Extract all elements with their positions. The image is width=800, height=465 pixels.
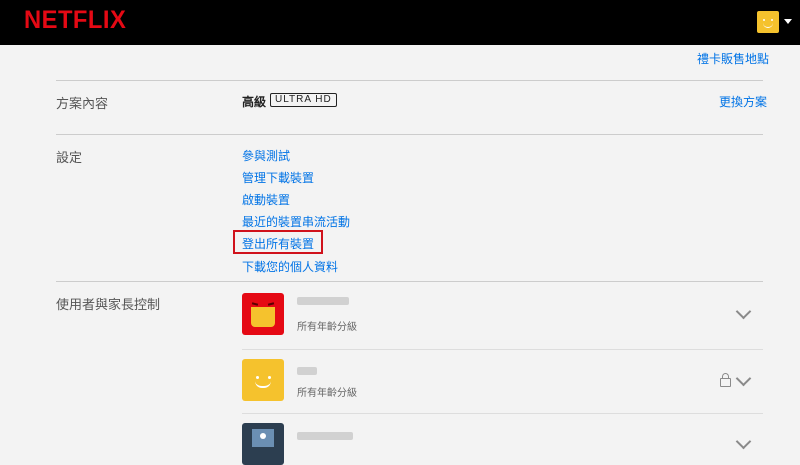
ultra-hd-badge: ULTRA HD [270,93,337,107]
download-personal-info-link[interactable]: 下載您的個人資料 [242,258,338,275]
profile-avatar-character-icon [242,423,284,465]
divider [56,134,763,135]
gift-card-link[interactable]: 禮卡販售地點 [697,50,769,67]
expand-chevron-icon[interactable] [735,433,752,450]
change-plan-link[interactable]: 更換方案 [719,93,767,110]
recent-streaming-activity-link[interactable]: 最近的裝置串流活動 [242,213,350,230]
test-participation-link[interactable]: 參與測試 [242,147,290,164]
profile-name-blurred [297,297,349,305]
highlight-annotation-box [233,230,323,254]
netflix-logo[interactable]: NETFLIX [24,6,126,35]
plan-tier: 高級 [242,95,267,109]
divider [56,281,763,282]
profile-name-blurred [297,367,317,375]
profile-avatar-icon[interactable] [757,11,779,33]
settings-section-label: 設定 [56,151,83,166]
profiles-section-label: 使用者與家長控制 [56,298,161,313]
divider [242,349,763,350]
plan-section-label: 方案內容 [56,97,109,112]
activate-device-link[interactable]: 啟動裝置 [242,191,290,208]
profile-avatar-yellow-icon [242,359,284,401]
divider [242,413,763,414]
expand-chevron-icon[interactable] [735,370,752,387]
expand-chevron-icon[interactable] [735,303,752,320]
divider [56,80,763,81]
profile-avatar-red-icon [242,293,284,335]
lock-icon [720,373,731,387]
profile-name-blurred [297,432,353,440]
manage-download-devices-link[interactable]: 管理下載裝置 [242,169,314,186]
profile-rating: 所有年齡分級 [297,322,357,333]
profile-dropdown-caret-icon[interactable] [784,19,792,24]
profile-rating: 所有年齡分級 [297,388,357,399]
top-navigation-bar: NETFLIX [0,0,800,45]
